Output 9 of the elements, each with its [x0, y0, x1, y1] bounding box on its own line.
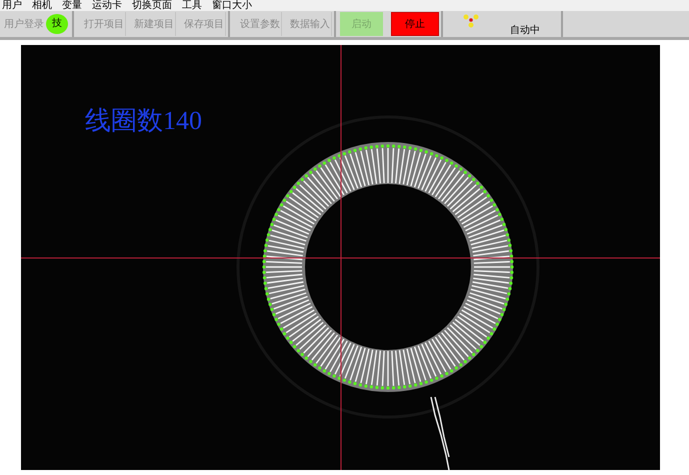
radiation-icon [463, 14, 479, 28]
menu-item[interactable]: 运动卡 [92, 0, 122, 11]
menu-item[interactable]: 工具 [182, 0, 202, 11]
status-text: 自动中 [510, 24, 540, 37]
menu-item[interactable]: 切换页面 [132, 0, 172, 11]
status-badge: 技 [46, 14, 68, 34]
menu-item[interactable]: 相机 [32, 0, 52, 11]
stop-button[interactable]: 停止 [391, 12, 439, 36]
coil-count-text: 线圈数140 [85, 105, 202, 137]
